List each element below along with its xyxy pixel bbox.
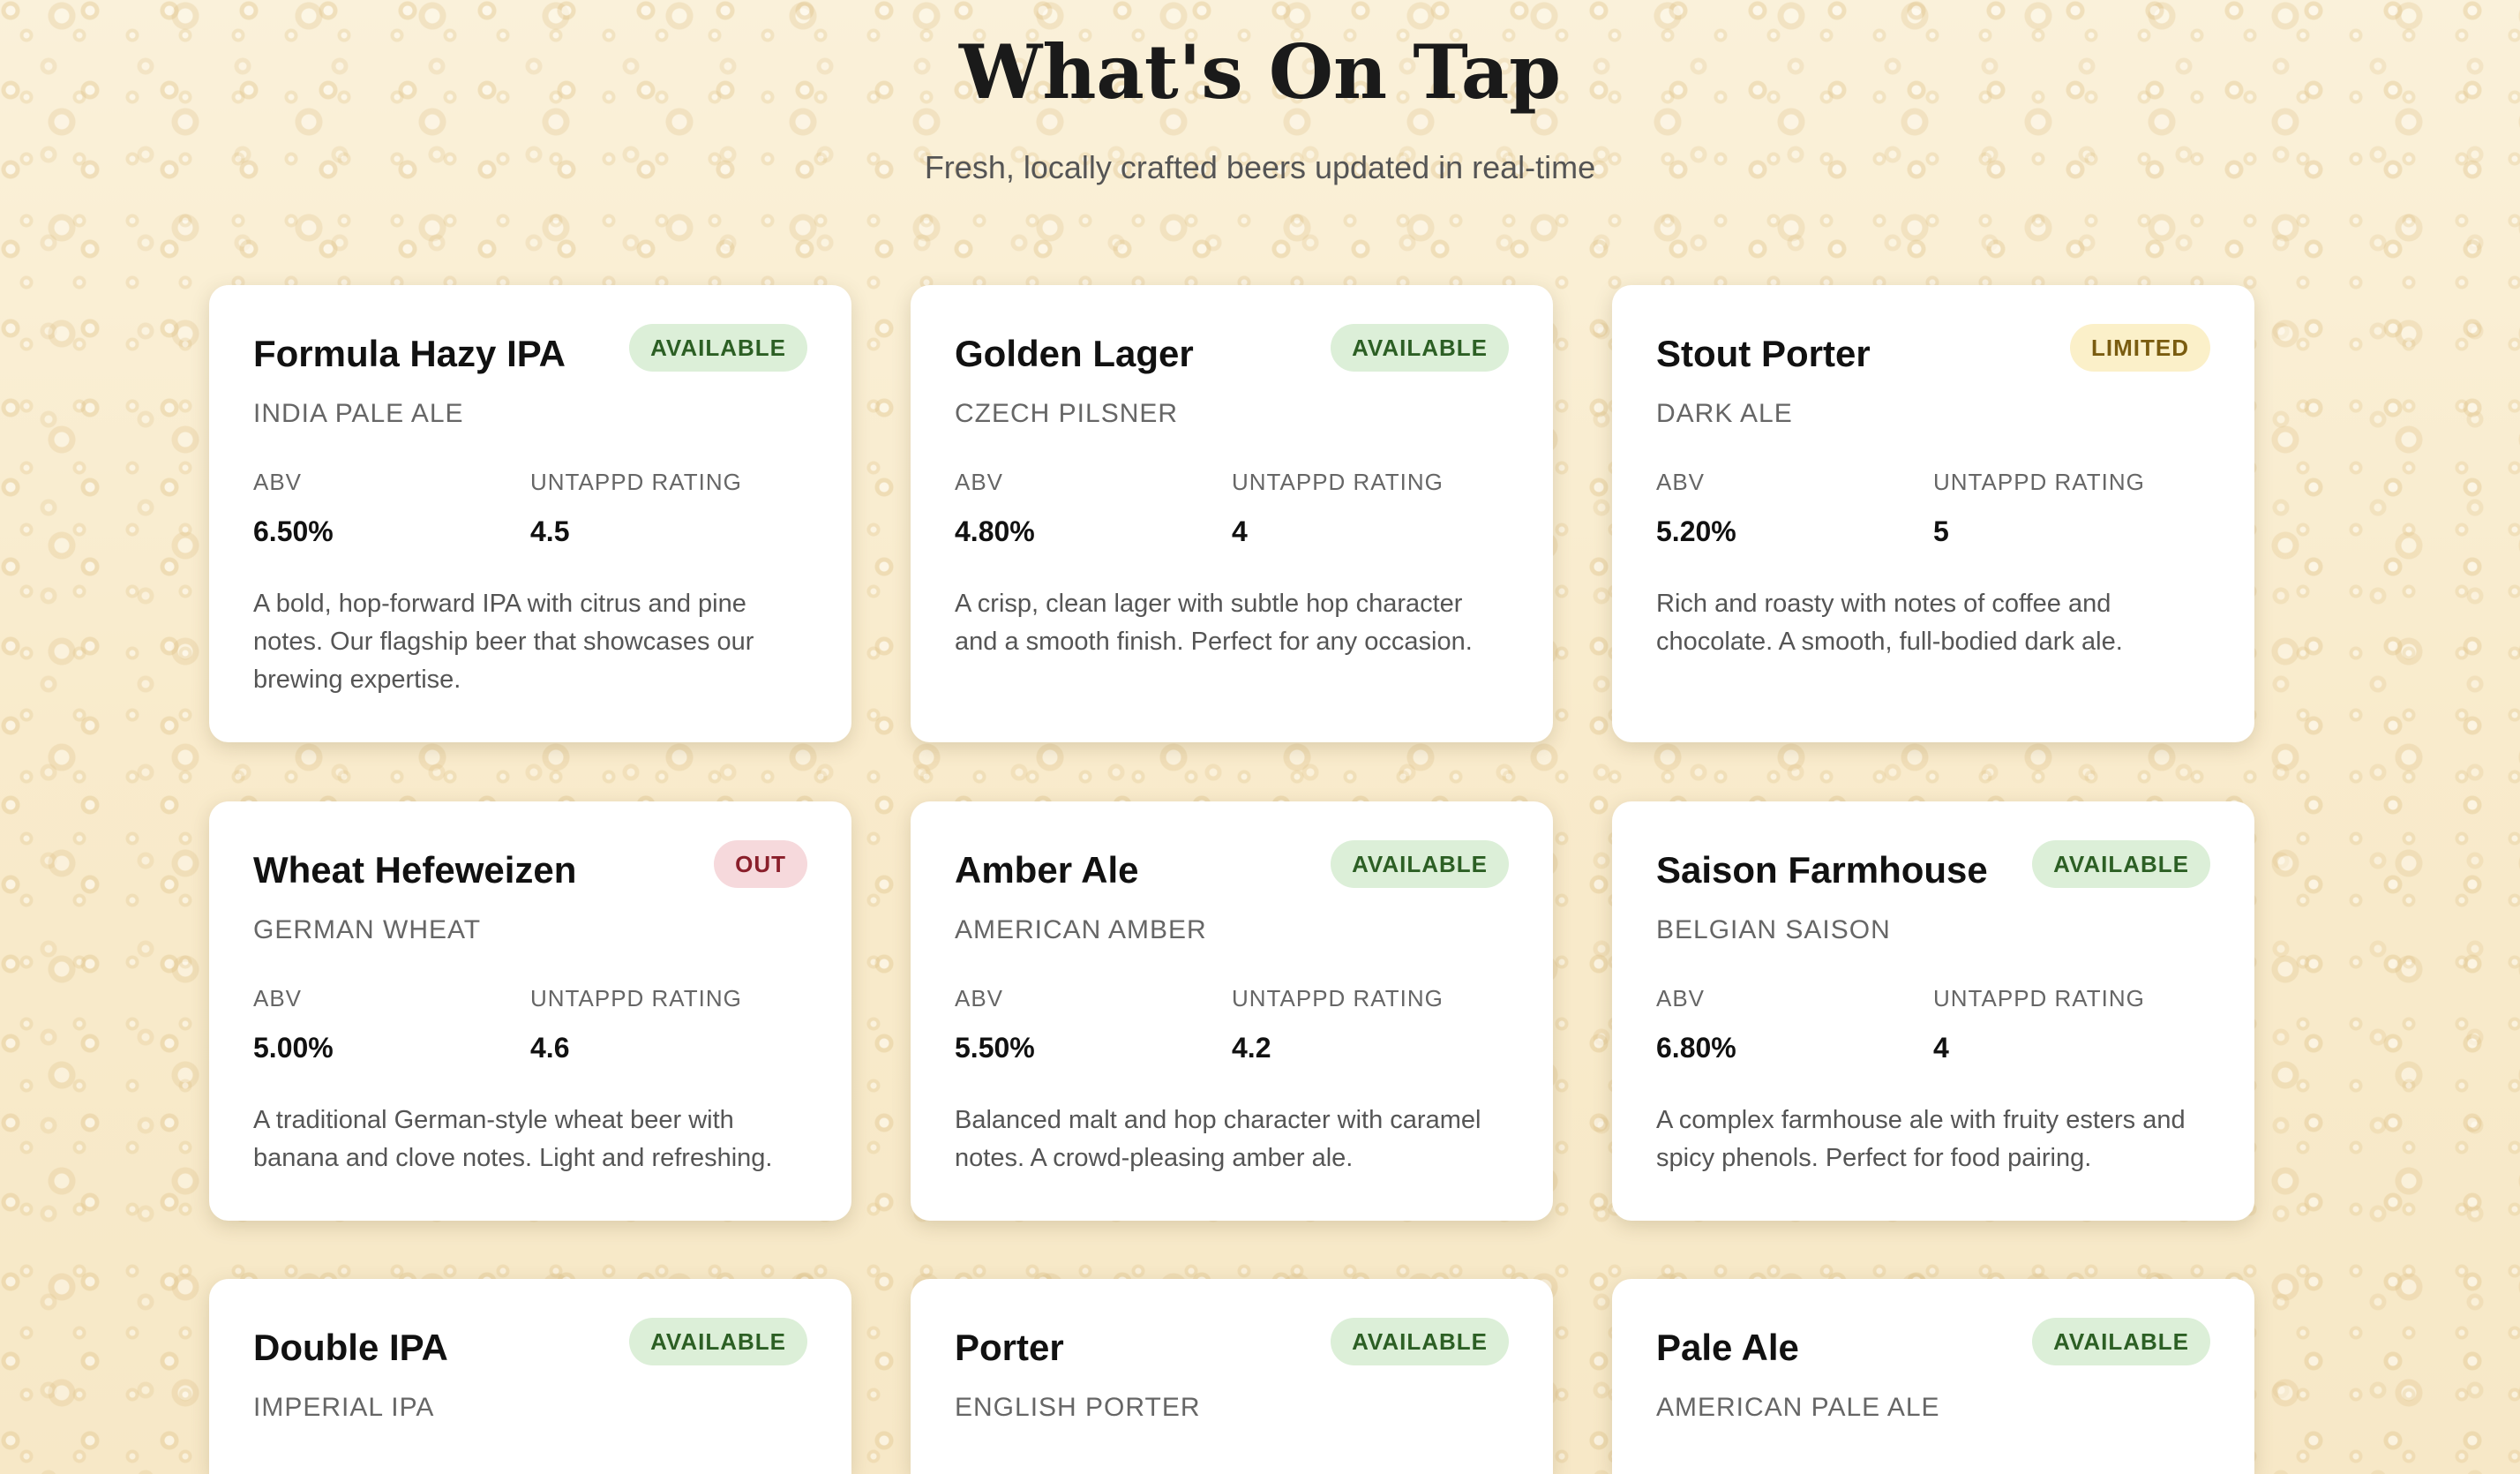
status-badge: AVAILABLE <box>1331 840 1509 888</box>
beer-description: A crisp, clean lager with subtle hop cha… <box>955 590 1473 656</box>
status-badge: AVAILABLE <box>1331 324 1509 372</box>
beer-description: A traditional German-style wheat beer wi… <box>253 1106 773 1172</box>
status-badge: AVAILABLE <box>1331 1318 1509 1365</box>
beer-style: BELGIAN SAISON <box>1656 915 1891 944</box>
beer-name: Amber Ale <box>955 849 1139 891</box>
abv-label: ABV <box>955 469 1004 495</box>
beer-card[interactable]: Pale Ale AVAILABLE AMERICAN PALE ALE <box>1612 1279 2254 1474</box>
rating-label: UNTAPPD RATING <box>1933 469 2145 495</box>
abv-label: ABV <box>253 469 303 495</box>
rating-value: 4 <box>1933 1032 1949 1064</box>
beer-style: IMPERIAL IPA <box>253 1393 435 1422</box>
abv-label: ABV <box>955 985 1004 1011</box>
rating-label: UNTAPPD RATING <box>1232 985 1444 1011</box>
status-badge: AVAILABLE <box>2032 840 2210 888</box>
status-badge: OUT <box>714 840 807 888</box>
abv-value: 4.80% <box>955 515 1035 547</box>
beer-description: Rich and roasty with notes of coffee and… <box>1656 590 2123 656</box>
beer-name: Formula Hazy IPA <box>253 333 566 374</box>
status-badge: AVAILABLE <box>2032 1318 2210 1365</box>
beer-style: ENGLISH PORTER <box>955 1393 1201 1422</box>
abv-value: 6.80% <box>1656 1032 1736 1064</box>
abv-value: 5.00% <box>253 1032 334 1064</box>
beer-card[interactable]: Amber Ale AVAILABLE AMERICAN AMBER ABV 5… <box>911 801 1553 1221</box>
rating-value: 5 <box>1933 515 1949 547</box>
beer-style: GERMAN WHEAT <box>253 915 482 944</box>
rating-label: UNTAPPD RATING <box>1232 469 1444 495</box>
beer-style: DARK ALE <box>1656 399 1793 428</box>
beer-card[interactable]: Stout Porter LIMITED DARK ALE ABV 5.20% … <box>1612 285 2254 742</box>
beer-style: INDIA PALE ALE <box>253 399 464 428</box>
rating-value: 4.5 <box>530 515 570 547</box>
beer-card[interactable]: Formula Hazy IPA AVAILABLE INDIA PALE AL… <box>209 285 851 742</box>
beer-description: A complex farmhouse ale with fruity este… <box>1656 1106 2186 1172</box>
abv-value: 6.50% <box>253 515 334 547</box>
rating-label: UNTAPPD RATING <box>530 469 742 495</box>
page-title: What's On Tap <box>958 28 1561 116</box>
beer-card[interactable]: Double IPA AVAILABLE IMPERIAL IPA <box>209 1279 851 1474</box>
abv-label: ABV <box>253 985 303 1011</box>
rating-value: 4 <box>1232 515 1248 547</box>
rating-label: UNTAPPD RATING <box>1933 985 2145 1011</box>
rating-value: 4.2 <box>1232 1032 1271 1064</box>
beer-name: Porter <box>955 1327 1064 1368</box>
rating-label: UNTAPPD RATING <box>530 985 742 1011</box>
beer-name: Pale Ale <box>1656 1327 1799 1368</box>
abv-label: ABV <box>1656 985 1706 1011</box>
beer-name: Saison Farmhouse <box>1656 849 1988 891</box>
page-header: What's On Tap Fresh, locally crafted bee… <box>0 30 2520 187</box>
beer-name: Golden Lager <box>955 333 1194 374</box>
page-subtitle: Fresh, locally crafted beers updated in … <box>924 149 1596 185</box>
beer-style: AMERICAN PALE ALE <box>1656 1393 1940 1422</box>
beer-description: A bold, hop-forward IPA with citrus and … <box>253 590 754 694</box>
status-badge: LIMITED <box>2070 324 2210 372</box>
beer-style: CZECH PILSNER <box>955 399 1179 428</box>
beer-name: Stout Porter <box>1656 333 1871 374</box>
beer-card[interactable]: Golden Lager AVAILABLE CZECH PILSNER ABV… <box>911 285 1553 742</box>
beer-style: AMERICAN AMBER <box>955 915 1207 944</box>
beer-card[interactable]: Porter AVAILABLE ENGLISH PORTER <box>911 1279 1553 1474</box>
beer-card[interactable]: Saison Farmhouse AVAILABLE BELGIAN SAISO… <box>1612 801 2254 1221</box>
status-badge: AVAILABLE <box>629 1318 807 1365</box>
abv-label: ABV <box>1656 469 1706 495</box>
beer-card[interactable]: Wheat Hefeweizen OUT GERMAN WHEAT ABV 5.… <box>209 801 851 1221</box>
rating-value: 4.6 <box>530 1032 570 1064</box>
abv-value: 5.20% <box>1656 515 1736 547</box>
beer-description: Balanced malt and hop character with car… <box>955 1106 1481 1172</box>
abv-value: 5.50% <box>955 1032 1035 1064</box>
status-badge: AVAILABLE <box>629 324 807 372</box>
tap-list-page: What's On Tap Fresh, locally crafted bee… <box>0 0 2520 1474</box>
beer-name: Wheat Hefeweizen <box>253 849 577 891</box>
beer-name: Double IPA <box>253 1327 448 1368</box>
